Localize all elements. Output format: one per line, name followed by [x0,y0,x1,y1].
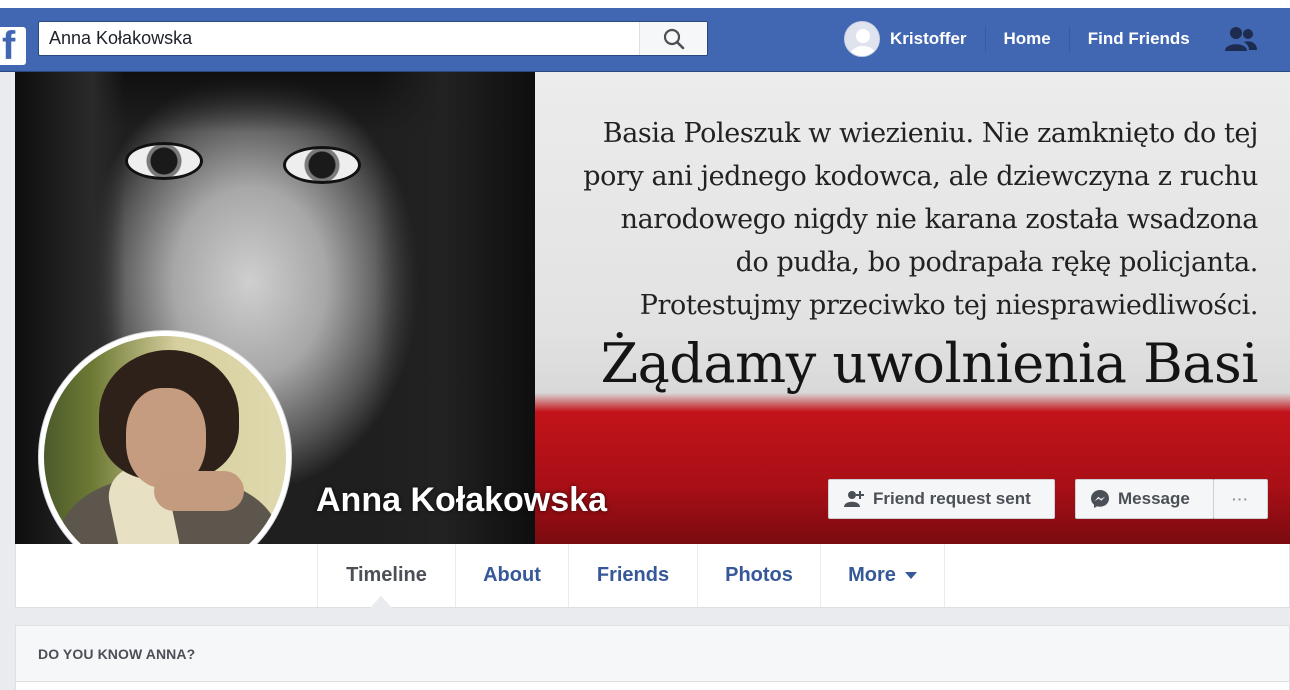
message-button[interactable]: Message [1075,479,1214,519]
do-you-know-card: DO YOU KNOW ANNA? [15,625,1290,690]
tab-more[interactable]: More [820,544,945,607]
nav-right: Kristoffer Home Find Friends [844,21,1258,57]
profile-tabs-bar: Timeline About Friends Photos More [15,544,1290,608]
search-icon [663,28,684,49]
cover-eye-right [283,146,361,184]
more-dots-icon: ··· [1232,491,1249,507]
top-navigation-bar: f Kristoffer Home Find Friends [0,8,1290,72]
tab-photos[interactable]: Photos [697,544,820,607]
user-avatar[interactable] [844,21,880,57]
friend-requests-icon[interactable] [1224,24,1258,54]
cover-message-text: Basia Poleszuk w wiezieniu. Nie zamknięt… [583,118,1258,321]
profile-name[interactable]: Anna Kołakowska [316,481,607,520]
add-friend-icon [844,491,864,507]
profile-photo-image [44,336,286,578]
search-box [38,21,708,56]
do-you-know-title: DO YOU KNOW ANNA? [38,646,196,662]
more-options-button[interactable]: ··· [1213,479,1268,519]
search-button[interactable] [639,22,707,55]
cover-headline: Żądamy uwolnienia Basi [600,332,1259,395]
tab-friends[interactable]: Friends [568,544,697,607]
messenger-icon [1091,490,1109,508]
nav-home-link[interactable]: Home [986,26,1070,52]
nav-profile-link[interactable]: Kristoffer [880,26,986,52]
caret-down-icon [904,571,917,579]
default-avatar-icon [845,22,879,56]
facebook-logo[interactable]: f [0,24,26,68]
tab-about[interactable]: About [455,544,568,607]
nav-find-friends-link[interactable]: Find Friends [1070,26,1208,52]
friend-request-sent-button[interactable]: Friend request sent [828,479,1055,519]
people-icon [1224,27,1257,51]
do-you-know-card-body [16,681,1289,690]
cover-eye-left [125,142,203,180]
active-tab-indicator [370,596,392,608]
search-input[interactable] [39,22,639,55]
